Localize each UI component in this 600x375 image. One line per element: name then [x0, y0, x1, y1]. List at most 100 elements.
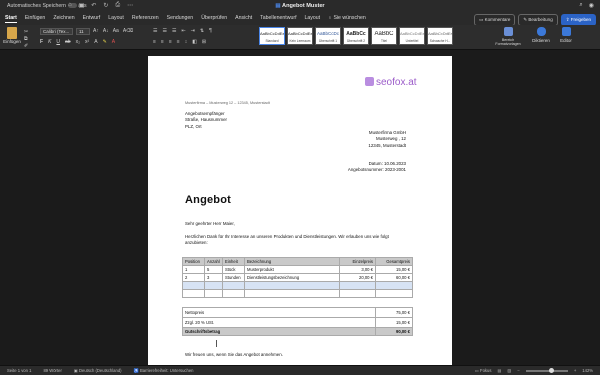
table-cell[interactable]: Musterprodukt — [244, 265, 340, 274]
table-cell[interactable] — [375, 289, 413, 298]
table-cell[interactable] — [222, 281, 245, 290]
increase-indent-icon[interactable]: ⇥ — [191, 28, 195, 34]
font-name-select[interactable]: Calibri (Tex... — [40, 28, 73, 35]
sort-icon[interactable]: ⇅ — [200, 28, 204, 34]
col-einheit[interactable]: Einheit — [222, 257, 245, 266]
col-bezeichnung[interactable]: Bezeichnung — [244, 257, 340, 266]
table-cell[interactable] — [182, 281, 205, 290]
table-cell[interactable] — [339, 289, 376, 298]
page-count[interactable]: Seite 1 von 1 — [7, 368, 31, 374]
styles-pane-button[interactable]: Bereich Formatvorlagen — [494, 27, 522, 46]
table-cell[interactable] — [204, 281, 223, 290]
zoom-slider-thumb[interactable] — [548, 367, 554, 373]
vat-value[interactable]: 15,00 € — [375, 317, 413, 328]
total-label[interactable]: Gutschriftsbetrag — [182, 327, 376, 336]
tab-zeichnen[interactable]: Zeichnen — [53, 15, 74, 23]
style-titel[interactable]: AaBbC Titel — [371, 27, 397, 45]
tab-table-layout[interactable]: Layout — [305, 15, 321, 23]
style-ueberschrift-2[interactable]: AaBbCc Überschrift 2 — [343, 27, 369, 45]
shrink-font-icon[interactable]: A↓ — [103, 28, 109, 34]
language[interactable]: ▣ Deutsch (Deutschland) — [74, 368, 122, 374]
table-cell[interactable] — [182, 289, 205, 298]
table-cell[interactable]: 2 — [182, 273, 205, 282]
table-cell[interactable] — [222, 289, 245, 298]
table-cell[interactable]: Stück — [222, 265, 245, 274]
tab-einfuegen[interactable]: Einfügen — [25, 15, 45, 23]
tab-tell-me[interactable]: ♁ Sie wünschen — [328, 15, 366, 23]
table-cell[interactable]: 15,00 € — [375, 265, 413, 274]
style-kein-leerraum[interactable]: AaBbCcDdEe Kein Leerraum — [287, 27, 313, 45]
bullets-icon[interactable]: ☰ — [153, 28, 157, 34]
bold-icon[interactable]: F — [40, 39, 43, 45]
net-label[interactable]: Nettopreis — [182, 307, 376, 318]
line-spacing-icon[interactable]: ↕ — [185, 39, 188, 45]
table-cell[interactable] — [204, 289, 223, 298]
table-cell[interactable]: 1 — [182, 265, 205, 274]
total-value[interactable]: 90,00 € — [375, 327, 413, 336]
subscript-icon[interactable]: x₂ — [76, 39, 80, 45]
col-einzelpreis[interactable]: Einzelpreis — [339, 257, 376, 266]
table-cell[interactable] — [244, 289, 340, 298]
zoom-level[interactable]: 142% — [582, 368, 593, 373]
align-left-icon[interactable]: ≡ — [153, 39, 156, 45]
shading-icon[interactable]: ◧ — [192, 39, 197, 45]
offer-table[interactable]: Position Anzahl Einheit Bezeichnung Einz… — [182, 257, 413, 336]
net-value[interactable]: 75,00 € — [375, 307, 413, 318]
search-icon[interactable]: ⌕ — [579, 2, 582, 9]
table-cell[interactable]: 3,00 € — [339, 265, 376, 274]
numbering-icon[interactable]: ☰ — [162, 28, 166, 34]
table-cell[interactable]: Dienstleistungsbezeichnung — [244, 273, 340, 282]
clear-format-icon[interactable]: A⌫ — [123, 28, 133, 34]
dictate-button[interactable]: Diktieren — [530, 27, 552, 43]
tab-layout[interactable]: Layout — [108, 15, 124, 23]
table-cell[interactable] — [375, 281, 413, 290]
accessibility-status[interactable]: ♿ Barrierefreiheit: Untersuchen — [134, 368, 194, 374]
col-anzahl[interactable]: Anzahl — [204, 257, 223, 266]
focus-button[interactable]: ▭ Fokus — [475, 368, 492, 373]
tab-sendungen[interactable]: Sendungen — [167, 15, 194, 23]
cut-icon[interactable]: ✂ — [24, 29, 28, 36]
multilevel-icon[interactable]: ☰ — [172, 28, 176, 34]
borders-icon[interactable]: ⊞ — [202, 39, 206, 45]
change-case-icon[interactable]: Aa — [113, 28, 119, 34]
tab-tabellenentwurf[interactable]: Tabellenentwurf — [260, 15, 296, 23]
underline-icon[interactable]: U — [56, 39, 60, 45]
strikethrough-icon[interactable]: ab — [65, 39, 71, 45]
decrease-indent-icon[interactable]: ⇤ — [181, 28, 185, 34]
highlight-icon[interactable]: ✎ — [103, 39, 107, 45]
paste-button[interactable]: Einfügen — [3, 27, 21, 44]
table-cell[interactable]: 5 — [204, 265, 223, 274]
col-position[interactable]: Position — [182, 257, 205, 266]
tab-ansicht[interactable]: Ansicht — [235, 15, 252, 23]
table-cell[interactable]: Stunden — [222, 273, 245, 282]
style-ueberschrift-1[interactable]: AaBbCcDc Überschrift 1 — [315, 27, 341, 45]
copy-icon[interactable]: ⧉ — [24, 36, 28, 43]
tab-start[interactable]: Start — [5, 15, 17, 23]
superscript-icon[interactable]: x² — [85, 39, 89, 45]
editor-button[interactable]: Editor — [556, 27, 576, 43]
table-cell[interactable] — [182, 297, 413, 308]
table-cell[interactable]: 20,00 € — [339, 273, 376, 282]
style-standard[interactable]: AaBbCcDdEe Standard — [259, 27, 285, 45]
user-icon[interactable]: ◉ — [589, 2, 594, 9]
justify-icon[interactable]: ≡ — [177, 39, 180, 45]
tab-entwurf[interactable]: Entwurf — [83, 15, 101, 23]
font-size-select[interactable]: 11 — [76, 28, 90, 35]
tab-ueberpruefen[interactable]: Überprüfen — [201, 15, 227, 23]
grow-font-icon[interactable]: A↑ — [93, 28, 99, 34]
table-cell[interactable] — [339, 281, 376, 290]
web-layout-icon[interactable]: ▥ — [507, 368, 511, 373]
zoom-in-icon[interactable]: + — [574, 368, 576, 373]
italic-icon[interactable]: K — [48, 39, 51, 45]
col-gesamtpreis[interactable]: Gesamtpreis — [375, 257, 413, 266]
zoom-out-icon[interactable]: − — [517, 368, 519, 373]
font-color-icon[interactable]: A — [112, 39, 115, 45]
vat-label[interactable]: Zzgl. 20 % USt. — [182, 317, 376, 328]
format-painter-icon[interactable]: ✐ — [24, 43, 28, 50]
table-cell[interactable] — [244, 281, 340, 290]
word-count[interactable]: 89 Wörter — [43, 368, 61, 374]
style-schwache-hervorhebung[interactable]: AaBbCcDdEe Schwache H... — [427, 27, 453, 45]
text-effects-icon[interactable]: A — [94, 39, 97, 45]
pilcrow-icon[interactable]: ¶ — [209, 28, 212, 34]
style-untertitel[interactable]: AaBbCcDdEe Untertitel — [399, 27, 425, 45]
